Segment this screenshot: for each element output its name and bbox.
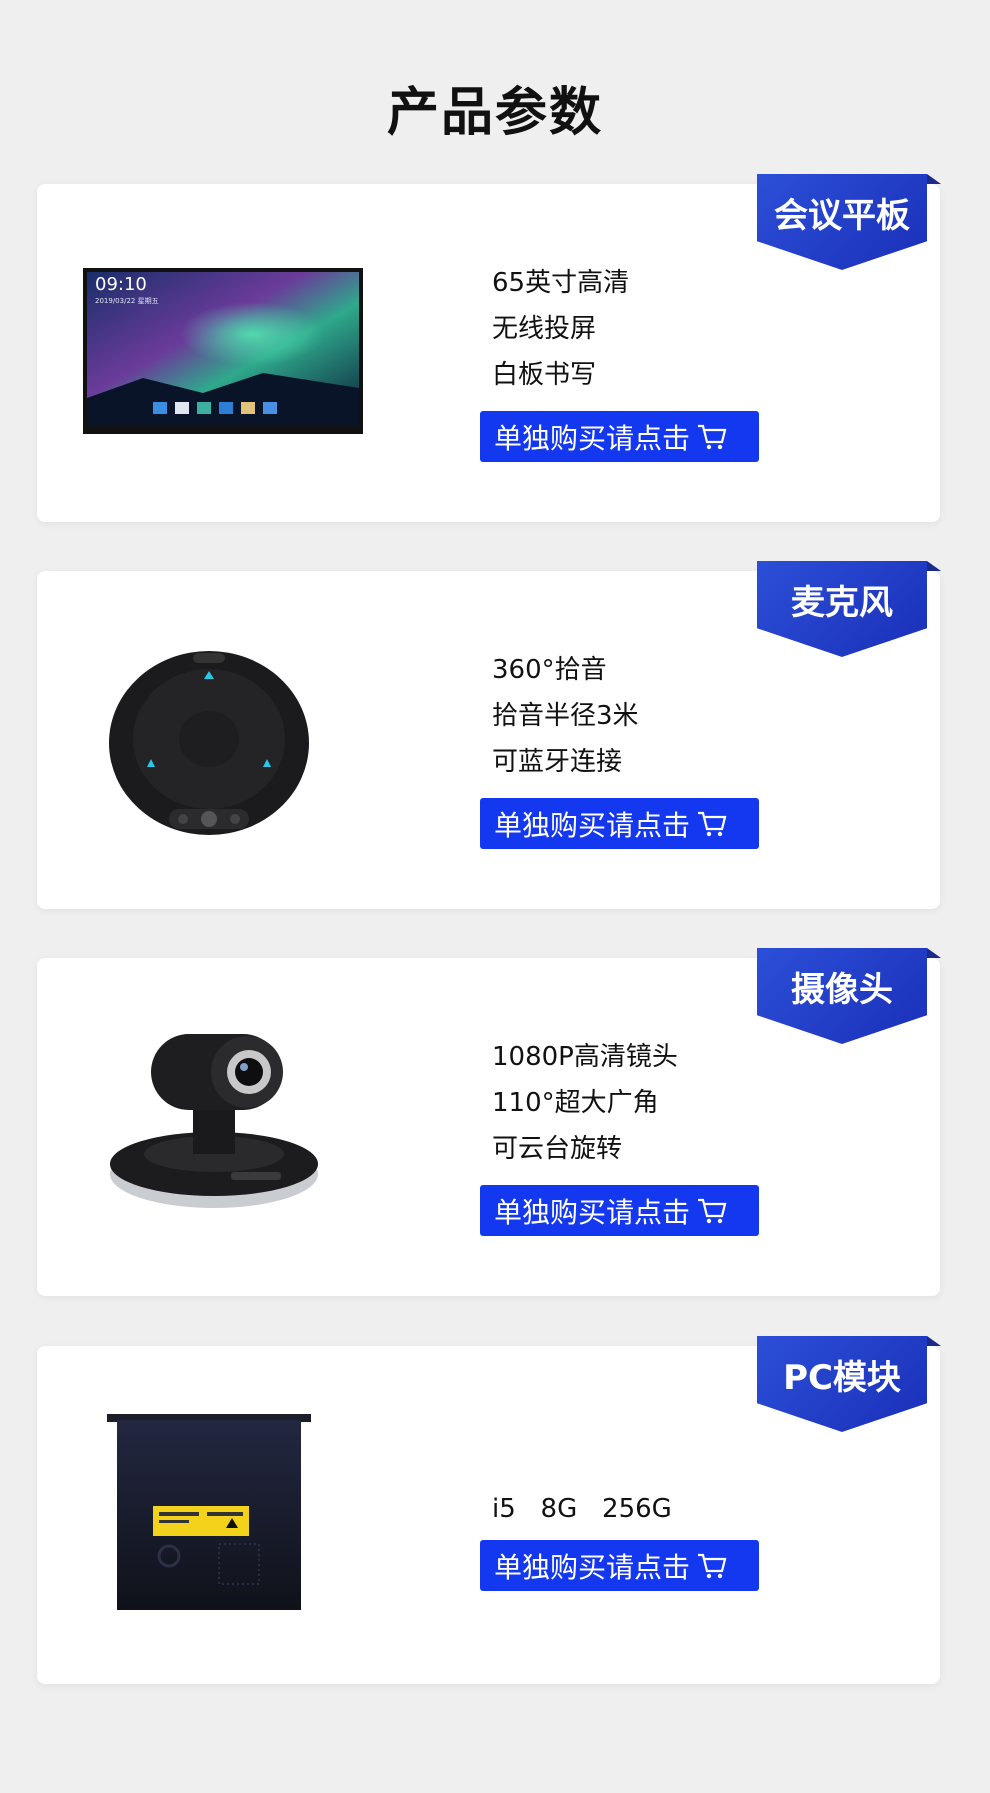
feature-item: 65英寸高清: [492, 268, 630, 298]
screen-date: 2019/03/22 星期五: [95, 297, 159, 305]
cart-icon: [696, 809, 728, 839]
product-ribbon: 麦克风: [757, 561, 927, 657]
buy-button[interactable]: 单独购买请点击: [480, 1540, 759, 1591]
buy-button-label: 单独购买请点击: [494, 1550, 691, 1584]
cart-icon: [696, 1551, 728, 1581]
ribbon-fold: [927, 561, 941, 571]
buy-button[interactable]: 单独购买请点击: [480, 1185, 759, 1236]
pc-module-image: [107, 1414, 311, 1614]
microphone-image: [109, 641, 309, 841]
screen-clock: 09:10: [95, 274, 147, 295]
product-card-pc-module: PC模块 i5 8G 256G 单独购买请点击: [37, 1336, 941, 1684]
cart-icon: [696, 1196, 728, 1226]
page-title: 产品参数: [386, 83, 603, 143]
ribbon-fold: [927, 948, 941, 958]
buy-button[interactable]: 单独购买请点击: [480, 411, 759, 462]
product-ribbon: 会议平板: [757, 174, 927, 270]
product-card-microphone: 麦克风 360°拾音 拾音半径3米 可蓝牙连接 单独购买请点击: [37, 561, 941, 909]
feature-item: 110°超大广角: [492, 1088, 659, 1118]
cart-icon: [696, 422, 728, 452]
feature-list: 1080P高清镜头 110°超大广角 可云台旋转: [492, 1034, 678, 1172]
camera-image: [107, 1014, 321, 1214]
feature-item: 白板书写: [492, 360, 597, 390]
feature-item: 无线投屏: [492, 314, 597, 344]
feature-item: 可蓝牙连接: [492, 747, 623, 777]
buy-button[interactable]: 单独购买请点击: [480, 798, 759, 849]
product-card-camera: 摄像头 1080P高清镜头 110°超大广角 可云台旋转 单独购买请点击: [37, 948, 941, 1296]
tablet-image: 09:10 2019/03/22 星期五: [83, 268, 363, 434]
feature-item: i5 8G 256G: [492, 1494, 672, 1524]
buy-button-label: 单独购买请点击: [494, 1195, 691, 1229]
buy-button-label: 单独购买请点击: [494, 421, 691, 455]
buy-button-label: 单独购买请点击: [494, 808, 691, 842]
product-card-tablet: 会议平板 09:10 2019/03/22 星期五 65英寸高清 无线投屏 白板…: [37, 174, 941, 522]
feature-item: 拾音半径3米: [492, 701, 639, 731]
ribbon-fold: [927, 1336, 941, 1346]
feature-item: 360°拾音: [492, 655, 607, 685]
product-ribbon: 摄像头: [757, 948, 927, 1044]
feature-list: i5 8G 256G: [492, 1486, 672, 1532]
product-ribbon: PC模块: [757, 1336, 927, 1432]
feature-list: 360°拾音 拾音半径3米 可蓝牙连接: [492, 647, 639, 785]
feature-item: 1080P高清镜头: [492, 1042, 678, 1072]
feature-item: 可云台旋转: [492, 1134, 623, 1164]
feature-list: 65英寸高清 无线投屏 白板书写: [492, 260, 629, 398]
ribbon-fold: [927, 174, 941, 184]
